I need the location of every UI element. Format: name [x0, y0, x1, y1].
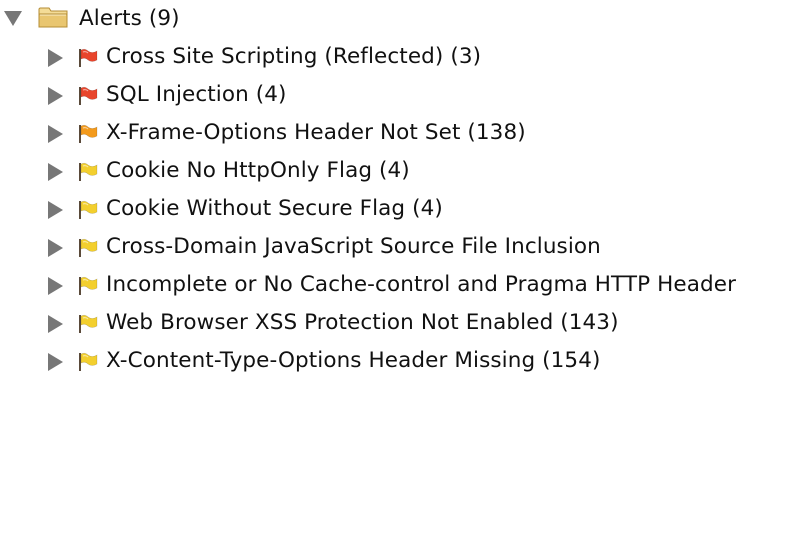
flag-icon [78, 314, 100, 334]
flag-icon [78, 162, 100, 182]
alert-tree-item[interactable]: X-Content-Type-Options Header Missing (1… [0, 348, 788, 386]
collapsed-arrow-icon[interactable] [48, 49, 63, 67]
alert-label: Web Browser XSS Protection Not Enabled (… [106, 310, 619, 335]
collapsed-arrow-icon[interactable] [48, 201, 63, 219]
collapsed-arrow-icon[interactable] [48, 125, 63, 143]
expand-arrow-icon[interactable] [4, 11, 22, 26]
alert-label: SQL Injection (4) [106, 82, 287, 107]
flag-icon [78, 276, 100, 296]
collapsed-arrow-icon[interactable] [48, 163, 63, 181]
alert-label: Incomplete or No Cache-control and Pragm… [106, 272, 737, 297]
alert-tree-item[interactable]: SQL Injection (4) [0, 82, 788, 120]
alert-tree-item[interactable]: Cookie Without Secure Flag (4) [0, 196, 788, 234]
collapsed-arrow-icon[interactable] [48, 277, 63, 295]
collapsed-arrow-icon[interactable] [48, 353, 63, 371]
flag-icon [78, 124, 100, 144]
alert-tree-item[interactable]: Incomplete or No Cache-control and Pragm… [0, 272, 788, 310]
flag-icon [78, 238, 100, 258]
collapsed-arrow-icon[interactable] [48, 87, 63, 105]
tree-root-label: Alerts (9) [79, 6, 180, 31]
alert-label: X-Frame-Options Header Not Set (138) [106, 120, 526, 145]
alerts-tree: Alerts (9) Cross Site Scripting (Reflect… [0, 0, 788, 554]
alert-label: Cookie Without Secure Flag (4) [106, 196, 443, 221]
alert-tree-item[interactable]: Cross-Domain JavaScript Source File Incl… [0, 234, 788, 272]
flag-icon [78, 48, 100, 68]
alert-label: Cross Site Scripting (Reflected) (3) [106, 44, 482, 69]
flag-icon [78, 200, 100, 220]
tree-root-alerts[interactable]: Alerts (9) [0, 0, 788, 38]
collapsed-arrow-icon[interactable] [48, 239, 63, 257]
alert-label: Cookie No HttpOnly Flag (4) [106, 158, 410, 183]
alert-label: X-Content-Type-Options Header Missing (1… [106, 348, 601, 373]
alert-tree-item[interactable]: X-Frame-Options Header Not Set (138) [0, 120, 788, 158]
alert-tree-item[interactable]: Cookie No HttpOnly Flag (4) [0, 158, 788, 196]
folder-icon [38, 5, 68, 29]
flag-icon [78, 86, 100, 106]
alert-tree-item[interactable]: Web Browser XSS Protection Not Enabled (… [0, 310, 788, 348]
flag-icon [78, 352, 100, 372]
collapsed-arrow-icon[interactable] [48, 315, 63, 333]
alert-tree-item[interactable]: Cross Site Scripting (Reflected) (3) [0, 44, 788, 82]
alert-label: Cross-Domain JavaScript Source File Incl… [106, 234, 601, 259]
